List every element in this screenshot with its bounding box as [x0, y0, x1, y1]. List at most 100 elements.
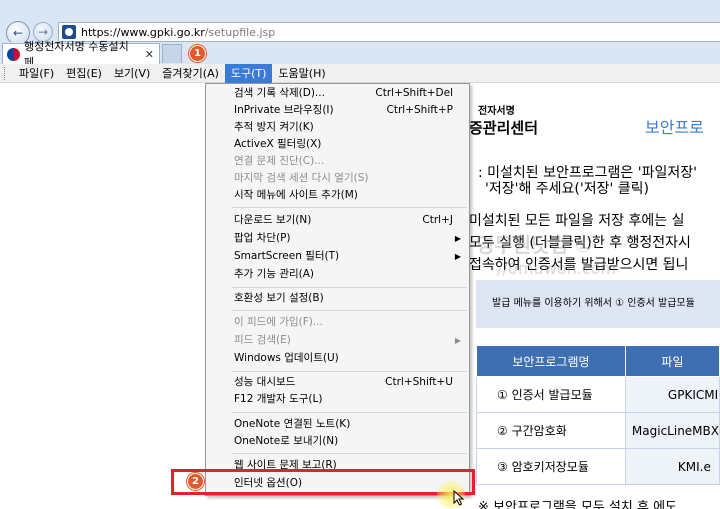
- tab-strip: 행정전자서명 수동설치 페... ✕: [0, 40, 720, 69]
- menu-item-label: 이 피드에 가입(F)...: [234, 316, 323, 328]
- menu-item-label: 호환성 보기 설정(B): [234, 292, 324, 304]
- menu-item-tracking-protection[interactable]: 추적 방지 켜기(K): [234, 119, 463, 136]
- menu-help[interactable]: 도움말(H): [272, 64, 331, 83]
- submenu-arrow-icon: ▶: [454, 336, 461, 345]
- page-blue-heading: 보안프로: [645, 118, 704, 137]
- page-title: 증관리센터: [469, 119, 539, 137]
- menu-item-compat-view[interactable]: 호환성 보기 설정(B): [234, 290, 463, 307]
- menu-item-label: 성능 대시보드: [234, 376, 296, 388]
- tools-dropdown-menu: 검색 기록 삭제(D)... Ctrl+Shift+Del InPrivate 브…: [205, 83, 470, 496]
- menu-favorites[interactable]: 즐겨찾기(A): [156, 64, 225, 83]
- menu-item-label: 추적 방지 켜기(K): [234, 121, 314, 133]
- menu-item-label: InPrivate 브라우징(I): [234, 104, 334, 116]
- menu-item-label: SmartScreen 필터(T): [234, 250, 340, 262]
- table-cell[interactable]: GPKICMI: [624, 376, 720, 413]
- watermark-text: 영무원닷컴 ①: [476, 233, 592, 257]
- menu-item-downloads[interactable]: 다운로드 보기(N) Ctrl+J: [234, 212, 463, 229]
- menu-item-subscribe-feed: 이 피드에 가입(F)...: [234, 314, 463, 331]
- menu-item-reopen-session: 마지막 검색 세션 다시 열기(S): [234, 170, 463, 187]
- menu-item-shortcut: Ctrl+Shift+P: [386, 104, 453, 116]
- url-domain: www.gpki.go.kr: [120, 25, 205, 39]
- menu-item-onenote-linked[interactable]: OneNote 연결된 노트(K): [234, 416, 463, 433]
- table-row: ① 인증서 발급모듈 GPKICMI: [476, 376, 720, 413]
- menu-separator: [232, 310, 467, 311]
- table-header: 파일: [624, 345, 720, 377]
- menu-tools[interactable]: 도구(T): [224, 63, 273, 83]
- submenu-arrow-icon: ▶: [454, 252, 461, 261]
- menu-item-label: 마지막 검색 세션 다시 열기(S): [234, 172, 369, 184]
- menu-item-shortcut: Ctrl+J: [422, 214, 453, 226]
- menu-separator: [232, 207, 467, 208]
- browser-window: ← → https:// www.gpki.go.kr /setupfile.j…: [0, 0, 720, 509]
- menu-item-label: Windows 업데이트(U): [234, 352, 339, 364]
- new-tab-button[interactable]: [162, 44, 182, 63]
- site-favicon-icon: [62, 25, 76, 39]
- menu-item-activex-filter[interactable]: ActiveX 필터링(X): [234, 136, 463, 153]
- menu-edit[interactable]: 편집(E): [60, 64, 108, 83]
- program-table: 보안프로그램명 파일 ① 인증서 발급모듈 GPKICMI ② 구간암호화 Ma…: [476, 345, 720, 485]
- menu-separator: [232, 453, 467, 454]
- address-toolbar: ← → https:// www.gpki.go.kr /setupfile.j…: [0, 0, 720, 45]
- menu-item-f12-devtools[interactable]: F12 개발자 도구(L): [234, 391, 463, 408]
- menu-item-inprivate[interactable]: InPrivate 브라우징(I) Ctrl+Shift+P: [234, 102, 463, 119]
- table-cell[interactable]: KMI.e: [624, 448, 720, 485]
- info-box: 발급 메뉴를 이용하기 위해서 ① 인증서 발급모듈: [476, 280, 720, 328]
- menu-item-diagnose: 연결 문제 진단(C)...: [234, 153, 463, 170]
- instruction-line-3: 미설치된 모든 파일을 저장 후에는 실: [469, 213, 685, 229]
- menu-item-popup-blocker[interactable]: 팝업 차단(P) ▶: [234, 230, 463, 247]
- table-row: ② 구간암호화 MagicLineMBX: [476, 412, 720, 449]
- menu-item-shortcut: Ctrl+Shift+Del: [375, 87, 453, 99]
- menu-separator: [232, 287, 467, 288]
- address-input[interactable]: https:// www.gpki.go.kr /setupfile.jsp: [58, 22, 720, 42]
- watermark-url: //0muwon.com: [497, 259, 616, 278]
- menu-item-label: 피드 검색(E): [234, 334, 291, 346]
- tab-active[interactable]: 행정전자서명 수동설치 페... ✕: [2, 40, 160, 69]
- menu-item-label: F12 개발자 도구(L): [234, 393, 323, 405]
- menubar-grip: [4, 66, 7, 80]
- step-badge-2: 2: [187, 473, 204, 490]
- table-row: ③ 암호키저장모듈 KMI.e: [476, 448, 720, 485]
- step-badge-1: 1: [189, 45, 206, 62]
- page-small-heading: 전자서명: [478, 106, 515, 117]
- table-cell: ② 구간암호화: [476, 412, 626, 449]
- menu-item-label: ActiveX 필터링(X): [234, 138, 322, 150]
- table-cell[interactable]: MagicLineMBX: [624, 412, 720, 449]
- menu-item-delete-history[interactable]: 검색 기록 삭제(D)... Ctrl+Shift+Del: [234, 85, 463, 102]
- menu-item-add-start-menu[interactable]: 시작 메뉴에 사이트 추가(M): [234, 187, 463, 204]
- menu-item-label: 시작 메뉴에 사이트 추가(M): [234, 189, 358, 201]
- table-header: 보안프로그램명: [476, 345, 626, 377]
- menu-item-label: 다운로드 보기(N): [234, 214, 312, 226]
- menu-file[interactable]: 파일(F): [13, 64, 60, 83]
- menu-item-label: 검색 기록 삭제(D)...: [234, 87, 325, 99]
- menu-bar: 파일(F) 편집(E) 보기(V) 즐겨찾기(A) 도구(T) 도움말(H): [0, 63, 720, 83]
- menu-separator: [232, 371, 467, 372]
- submenu-arrow-icon: ▶: [454, 234, 461, 243]
- page-left-blank: [0, 84, 205, 509]
- info-text: 발급 메뉴를 이용하기 위해서 ① 인증서 발급모듈: [492, 298, 695, 309]
- menu-item-shortcut: Ctrl+Shift+U: [385, 376, 453, 388]
- menu-view[interactable]: 보기(V): [108, 64, 156, 83]
- menu-item-label: OneNote 연결된 노트(K): [234, 418, 351, 430]
- footnote: ※ 보안프로그램을 모두 설치 후 에도: [478, 500, 677, 509]
- taeguk-favicon-icon: [7, 47, 20, 61]
- menu-item-windows-update[interactable]: Windows 업데이트(U): [234, 350, 463, 367]
- menu-item-manage-addons[interactable]: 추가 기능 관리(A): [234, 266, 463, 283]
- menu-item-smartscreen[interactable]: SmartScreen 필터(T) ▶: [234, 248, 463, 265]
- url-scheme: https://: [81, 25, 121, 39]
- close-icon[interactable]: ✕: [145, 48, 154, 61]
- menu-separator: [232, 412, 467, 413]
- menu-item-label: 팝업 차단(P): [234, 232, 291, 244]
- menu-item-send-onenote[interactable]: OneNote로 보내기(N): [234, 433, 463, 450]
- mouse-pointer-icon: [453, 490, 465, 506]
- menu-item-label: 연결 문제 진단(C)...: [234, 155, 325, 167]
- page-content: 전자서명 증관리센터 보안프로 : 미설치된 보안프로그램은 '파일저장' '저…: [469, 84, 720, 509]
- menu-item-label: OneNote로 보내기(N): [234, 435, 339, 447]
- menu-item-performance-dashboard[interactable]: 성능 대시보드 Ctrl+Shift+U: [234, 374, 463, 391]
- table-cell: ① 인증서 발급모듈: [476, 376, 626, 413]
- url-path: /setupfile.jsp: [204, 25, 276, 39]
- menu-item-feed-discovery: 피드 검색(E) ▶: [234, 332, 463, 349]
- instruction-line-2: '저장'해 주세요('저장' 클릭): [485, 181, 650, 197]
- menu-item-label: 추가 기능 관리(A): [234, 268, 315, 280]
- highlight-box: [171, 469, 475, 495]
- table-cell: ③ 암호키저장모듈: [476, 448, 626, 485]
